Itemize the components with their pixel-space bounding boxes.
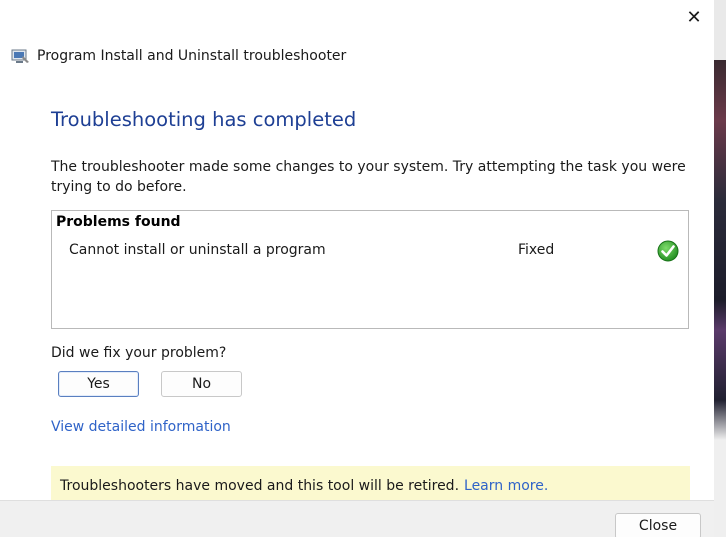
page-heading: Troubleshooting has completed: [51, 108, 357, 131]
problems-panel: Problems found Cannot install or uninsta…: [51, 210, 689, 329]
view-details-link[interactable]: View detailed information: [51, 419, 231, 435]
desktop-background: [714, 0, 726, 537]
green-check-icon: [657, 240, 679, 262]
close-icon[interactable]: ✕: [681, 4, 707, 30]
problem-name: Cannot install or uninstall a program: [69, 242, 326, 258]
yes-button[interactable]: Yes: [58, 371, 139, 397]
troubleshooter-app-icon: [11, 49, 29, 63]
close-button[interactable]: Close: [615, 513, 701, 537]
learn-more-link[interactable]: Learn more.: [464, 478, 548, 494]
notice-text: Troubleshooters have moved and this tool…: [60, 478, 460, 494]
no-button[interactable]: No: [161, 371, 242, 397]
feedback-question: Did we fix your problem?: [51, 345, 227, 361]
dialog-footer: [0, 500, 714, 537]
problem-status: Fixed: [518, 242, 555, 258]
problems-header: Problems found: [56, 214, 181, 230]
troubleshooter-dialog: ✕ Program Install and Uninstall troubles…: [0, 0, 714, 537]
title-bar: Program Install and Uninstall troublesho…: [11, 45, 346, 67]
description-text: The troubleshooter made some changes to …: [51, 159, 686, 195]
window-title: Program Install and Uninstall troublesho…: [37, 48, 347, 64]
